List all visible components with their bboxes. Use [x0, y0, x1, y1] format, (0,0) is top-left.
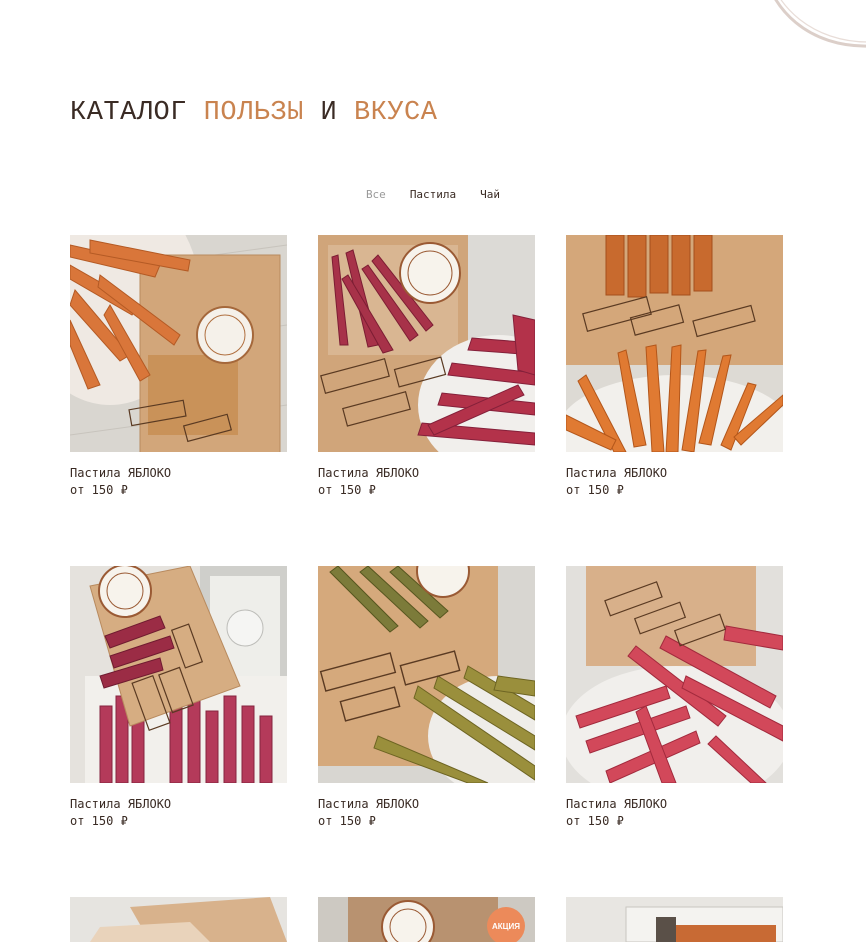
product-image[interactable]: АКЦИЯ — [318, 897, 535, 942]
title-word-taste: ВКУСА — [353, 98, 438, 128]
product-image[interactable] — [70, 566, 287, 783]
product-card[interactable] — [566, 897, 783, 942]
product-price: от 150 ₽ — [70, 483, 128, 497]
product-image[interactable] — [70, 897, 287, 942]
product-image[interactable] — [70, 235, 287, 452]
product-name[interactable]: Пастила ЯБЛОКО — [70, 465, 287, 481]
filter-tea[interactable]: Чай — [480, 188, 500, 201]
sale-badge: АКЦИЯ — [487, 907, 525, 942]
category-filter: Все Пастила Чай — [0, 188, 866, 201]
title-word-benefit: ПОЛЬЗЫ — [203, 98, 304, 128]
page-title: КАТАЛОГ ПОЛЬЗЫ И ВКУСА — [70, 98, 437, 128]
product-card[interactable] — [70, 897, 287, 942]
product-price: от 150 ₽ — [70, 814, 128, 828]
product-card[interactable]: Пастила ЯБЛОКО от 150 ₽ — [318, 235, 535, 498]
product-card[interactable]: АКЦИЯ — [318, 897, 535, 942]
product-card[interactable]: Пастила ЯБЛОКО от 150 ₽ — [70, 566, 287, 829]
filter-all[interactable]: Все — [366, 188, 386, 201]
product-image[interactable] — [318, 566, 535, 783]
product-name[interactable]: Пастила ЯБЛОКО — [318, 465, 535, 481]
product-card[interactable]: Пастила ЯБЛОКО от 150 ₽ — [566, 235, 783, 498]
product-name[interactable]: Пастила ЯБЛОКО — [566, 465, 783, 481]
product-card[interactable]: Пастила ЯБЛОКО от 150 ₽ — [566, 566, 783, 829]
product-image[interactable] — [566, 566, 783, 783]
product-image[interactable] — [566, 235, 783, 452]
product-image[interactable] — [318, 235, 535, 452]
product-image[interactable] — [566, 897, 783, 942]
product-card[interactable]: Пастила ЯБЛОКО от 150 ₽ — [70, 235, 287, 498]
product-price: от 150 ₽ — [566, 814, 624, 828]
product-price: от 150 ₽ — [318, 814, 376, 828]
decorative-arc — [774, 0, 866, 48]
product-name[interactable]: Пастила ЯБЛОКО — [70, 796, 287, 812]
filter-pastila[interactable]: Пастила — [410, 188, 456, 201]
product-name[interactable]: Пастила ЯБЛОКО — [318, 796, 535, 812]
product-price: от 150 ₽ — [318, 483, 376, 497]
title-word-and: И — [320, 98, 338, 128]
product-name[interactable]: Пастила ЯБЛОКО — [566, 796, 783, 812]
product-price: от 150 ₽ — [566, 483, 624, 497]
title-word-catalog: КАТАЛОГ — [70, 98, 187, 128]
product-card[interactable]: Пастила ЯБЛОКО от 150 ₽ — [318, 566, 535, 829]
